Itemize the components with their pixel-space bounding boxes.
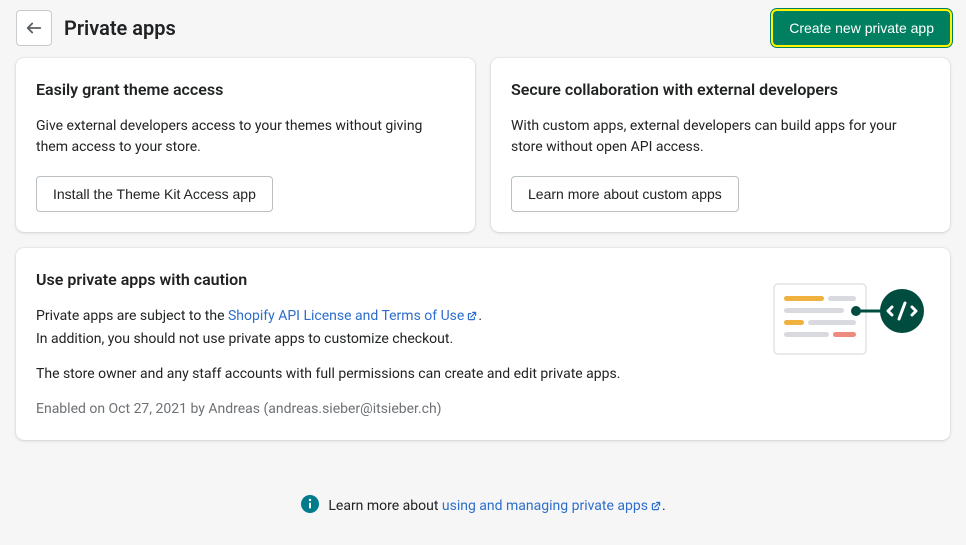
caution-line3: The store owner and any staff accounts w… <box>36 364 746 385</box>
page-header: Private apps Create new private app <box>16 0 950 58</box>
footer-text: Learn more about using and managing priv… <box>328 496 665 519</box>
theme-access-title: Easily grant theme access <box>36 78 455 102</box>
caution-line2: In addition, you should not use private … <box>36 331 453 347</box>
theme-access-body: Give external developers access to your … <box>36 116 455 158</box>
external-link-icon <box>650 498 662 519</box>
caution-line1: Private apps are subject to the Shopify … <box>36 306 746 350</box>
collab-card: Secure collaboration with external devel… <box>491 58 950 232</box>
footer-link[interactable]: using and managing private apps <box>442 498 662 514</box>
caution-meta: Enabled on Oct 27, 2021 by Andreas (andr… <box>36 399 746 420</box>
caution-card: Use private apps with caution Private ap… <box>16 248 950 440</box>
footer-help: Learn more about using and managing priv… <box>16 440 950 521</box>
caution-content: Use private apps with caution Private ap… <box>36 268 746 420</box>
cards-row: Easily grant theme access Give external … <box>16 58 950 232</box>
info-icon <box>300 494 320 521</box>
header-left: Private apps <box>16 10 176 46</box>
caution-title: Use private apps with caution <box>36 268 746 292</box>
api-license-link[interactable]: Shopify API License and Terms of Use <box>228 308 478 324</box>
page-title: Private apps <box>64 13 176 43</box>
back-button[interactable] <box>16 10 52 46</box>
external-link-icon <box>466 308 478 329</box>
caution-line1-prefix: Private apps are subject to the <box>36 308 228 324</box>
collab-title: Secure collaboration with external devel… <box>511 78 930 102</box>
learn-custom-apps-button[interactable]: Learn more about custom apps <box>511 176 739 212</box>
install-theme-kit-button[interactable]: Install the Theme Kit Access app <box>36 176 273 212</box>
arrow-left-icon <box>25 19 43 37</box>
collab-body: With custom apps, external developers ca… <box>511 116 930 158</box>
create-private-app-button[interactable]: Create new private app <box>773 11 950 45</box>
theme-access-card: Easily grant theme access Give external … <box>16 58 475 232</box>
caution-line1-suffix: . <box>478 308 482 324</box>
private-app-illustration <box>770 268 930 358</box>
